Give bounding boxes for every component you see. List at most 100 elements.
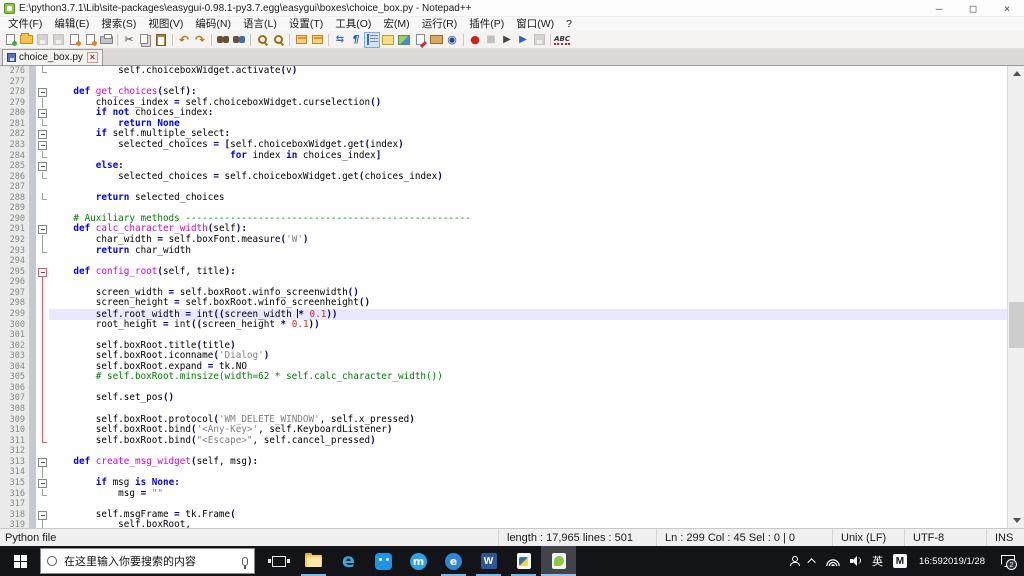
macro-play-button[interactable]: ▶: [499, 32, 515, 48]
status-eol-format[interactable]: Unix (LF): [832, 529, 904, 546]
macro-play-multiple-button[interactable]: ▶: [515, 32, 531, 48]
bookmark-margin[interactable]: [29, 235, 36, 246]
minimize-button[interactable]: –: [922, 0, 956, 16]
maximize-button[interactable]: □: [956, 0, 990, 16]
volume-button[interactable]: [845, 546, 867, 576]
menu-item[interactable]: 设置(T): [283, 17, 329, 31]
open-file-button[interactable]: [18, 32, 34, 48]
fold-toggle-icon[interactable]: [36, 224, 49, 235]
fold-toggle-icon[interactable]: [36, 87, 49, 98]
menu-item[interactable]: 窗口(W): [510, 17, 560, 31]
clock[interactable]: 16:59 2019/1/28: [912, 546, 992, 576]
bookmark-margin[interactable]: [29, 97, 36, 109]
bookmark-margin[interactable]: [29, 425, 36, 436]
status-insert-mode[interactable]: INS: [986, 529, 1024, 546]
zoom-out-button[interactable]: [270, 32, 286, 48]
ie-browser-button[interactable]: e: [436, 546, 471, 576]
tab-close-icon[interactable]: ×: [86, 52, 98, 63]
bookmark-margin[interactable]: [29, 87, 36, 98]
code-line[interactable]: 316 msg = "": [0, 488, 1007, 500]
code-line[interactable]: 295 def config_root(self, title):: [0, 266, 1007, 278]
indent-guide-button[interactable]: [364, 31, 380, 48]
bookmark-margin[interactable]: [29, 435, 36, 447]
code-line[interactable]: 298 screen_height = self.boxRoot.winfo_s…: [0, 298, 1007, 309]
vertical-scrollbar[interactable]: [1007, 66, 1024, 528]
editor[interactable]: 276 self.choiceboxWidget.activate(v) 277 2…: [0, 66, 1024, 528]
code-line[interactable]: 305 # self.boxRoot.minsize(width=62 * se…: [0, 372, 1007, 383]
bookmark-margin[interactable]: [29, 108, 36, 119]
notepad-plus-plus-button[interactable]: [541, 546, 576, 576]
microphone-icon[interactable]: [242, 556, 248, 569]
fold-toggle-icon[interactable]: [36, 456, 49, 468]
bookmark-margin[interactable]: [29, 245, 36, 257]
bookmark-margin[interactable]: [29, 76, 36, 88]
bookmark-margin[interactable]: [29, 118, 36, 130]
fold-toggle-icon[interactable]: [36, 129, 49, 140]
view-button[interactable]: ◉: [444, 32, 460, 48]
code-line[interactable]: 300 root_height = int((screen_height * 0…: [0, 319, 1007, 331]
bookmark-margin[interactable]: [29, 330, 36, 341]
python-file-button[interactable]: [506, 546, 541, 576]
start-button[interactable]: [0, 546, 40, 576]
bookmark-margin[interactable]: [29, 414, 36, 426]
m-app-button[interactable]: m: [401, 546, 436, 576]
bookmark-margin[interactable]: [29, 139, 36, 151]
menu-item[interactable]: 编辑(E): [48, 17, 95, 31]
fold-toggle-icon[interactable]: [36, 161, 49, 172]
menu-item[interactable]: 编码(N): [189, 17, 237, 31]
robot-app-button[interactable]: [366, 546, 401, 576]
ime-indicator[interactable]: 英: [867, 546, 888, 576]
status-encoding[interactable]: UTF-8: [904, 529, 986, 546]
editor-lines[interactable]: 276 self.choiceboxWidget.activate(v) 277 2…: [0, 66, 1007, 528]
menu-item[interactable]: 工具(O): [329, 17, 377, 31]
paste-button[interactable]: [153, 32, 169, 48]
fold-toggle-icon[interactable]: [36, 108, 49, 119]
folder-as-workspace-button[interactable]: [428, 32, 444, 48]
fold-toggle-icon[interactable]: [36, 477, 49, 489]
bookmark-margin[interactable]: [29, 308, 36, 320]
sync-horizontal-button[interactable]: [309, 32, 325, 48]
file-explorer-button[interactable]: [296, 546, 331, 576]
fold-toggle-icon[interactable]: [36, 266, 49, 278]
bookmark-margin[interactable]: [29, 477, 36, 489]
macro-record-button[interactable]: ●: [467, 32, 483, 48]
bookmark-margin[interactable]: [29, 488, 36, 500]
bookmark-margin[interactable]: [29, 404, 36, 415]
menu-item[interactable]: 视图(V): [142, 17, 189, 31]
bookmark-margin[interactable]: [29, 192, 36, 204]
bookmark-margin[interactable]: [29, 520, 36, 528]
code-line[interactable]: 276 self.choiceboxWidget.activate(v): [0, 66, 1007, 77]
close-file-button[interactable]: [66, 32, 82, 48]
bookmark-margin[interactable]: [29, 319, 36, 331]
code-line[interactable]: 307 self.set_pos(): [0, 393, 1007, 404]
network-button[interactable]: [821, 546, 845, 576]
bookmark-margin[interactable]: [29, 277, 36, 288]
menu-item[interactable]: ?: [560, 17, 578, 31]
cut-button[interactable]: ✂: [121, 32, 137, 48]
bookmark-margin[interactable]: [29, 203, 36, 214]
close-all-button[interactable]: [82, 32, 98, 48]
menu-item[interactable]: 搜索(S): [95, 17, 142, 31]
document-list-button[interactable]: [412, 32, 428, 48]
bookmark-margin[interactable]: [29, 171, 36, 183]
bookmark-margin[interactable]: [29, 499, 36, 510]
fold-toggle-icon[interactable]: [36, 509, 49, 521]
fold-toggle-icon[interactable]: [36, 139, 49, 151]
code-line[interactable]: 284 for index in choices_index]: [0, 150, 1007, 162]
m-tray-button[interactable]: M: [888, 546, 912, 576]
show-all-characters-button[interactable]: ¶: [348, 32, 364, 48]
bookmark-margin[interactable]: [29, 224, 36, 235]
menu-item[interactable]: 语言(L): [237, 17, 283, 31]
bookmark-margin[interactable]: [29, 372, 36, 383]
bookmark-margin[interactable]: [29, 382, 36, 394]
bookmark-margin[interactable]: [29, 467, 36, 478]
bookmark-margin[interactable]: [29, 298, 36, 309]
menu-item[interactable]: 文件(F): [2, 17, 48, 31]
bookmark-margin[interactable]: [29, 182, 36, 193]
bookmark-margin[interactable]: [29, 66, 36, 77]
bookmark-margin[interactable]: [29, 161, 36, 172]
bookmark-margin[interactable]: [29, 129, 36, 140]
bookmark-margin[interactable]: [29, 351, 36, 362]
code-line[interactable]: 288 return selected_choices: [0, 192, 1007, 204]
document-map-button[interactable]: [396, 32, 412, 48]
